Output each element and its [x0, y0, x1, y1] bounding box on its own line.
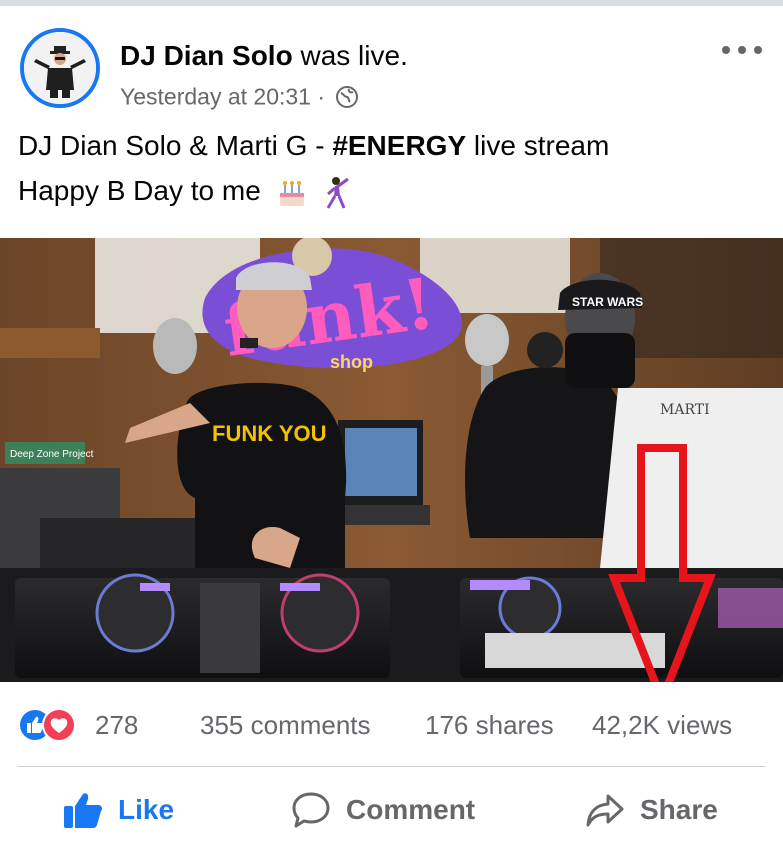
video-scene: funk! shop Deep Zone Project FUNK YOU ST… — [0, 238, 783, 682]
screen-text: MARTI — [660, 402, 710, 418]
comment-label: Comment — [346, 794, 476, 825]
post-header: DJ Dian Solo was live. — [120, 40, 408, 72]
post-meta: Yesterday at 20:31 · — [120, 82, 359, 110]
like-label: Like — [118, 794, 175, 825]
engagement-stats: 278 355 comments 176 shares 42,2K views — [0, 700, 783, 750]
post-timestamp[interactable]: Yesterday at 20:31 — [120, 83, 311, 109]
post-text-2: Happy B Day to me — [18, 175, 261, 206]
actions-divider — [18, 766, 765, 767]
comment-button[interactable]: Comment — [290, 780, 475, 840]
thumbs-up-icon — [64, 793, 102, 828]
more-options-icon[interactable] — [720, 40, 764, 60]
post-text-line-2: Happy B Day to me — [18, 175, 352, 210]
share-button[interactable]: Share — [584, 780, 718, 840]
share-arrow-icon — [586, 794, 624, 827]
comment-bubble-icon — [292, 792, 330, 828]
post-text-a: DJ Dian Solo & Marti G - — [18, 130, 333, 161]
live-video-thumbnail[interactable]: funk! shop Deep Zone Project FUNK YOU ST… — [0, 238, 783, 682]
sign-sub-text: shop — [330, 352, 373, 372]
avatar[interactable] — [20, 28, 100, 108]
post-text-b: live stream — [466, 130, 610, 161]
meta-separator: · — [317, 83, 326, 110]
globe-icon — [336, 85, 359, 108]
top-divider — [0, 0, 783, 6]
hashtag-link[interactable]: #ENERGY — [332, 130, 466, 161]
like-button[interactable]: Like — [62, 780, 174, 840]
views-count: 42,2K views — [592, 710, 733, 740]
birthday-cake-icon — [279, 180, 304, 206]
share-label: Share — [640, 794, 718, 825]
shirt-text: FUNK YOU — [212, 421, 327, 446]
dancing-man-icon — [327, 176, 350, 209]
reaction-icons[interactable] — [18, 708, 88, 742]
plate-text: Deep Zone Project — [10, 449, 94, 460]
shares-count[interactable]: 176 shares — [425, 710, 554, 741]
post-text-line-1: DJ Dian Solo & Marti G - #ENERGY live st… — [18, 130, 609, 162]
reactions-count[interactable]: 278 — [95, 710, 138, 741]
comments-count[interactable]: 355 comments — [200, 710, 371, 741]
dj-avatar-icon — [24, 32, 96, 104]
author-name[interactable]: DJ Dian Solo — [120, 40, 293, 71]
cap-text: STAR WARS — [572, 295, 643, 309]
post-action-text: was live. — [300, 40, 408, 71]
